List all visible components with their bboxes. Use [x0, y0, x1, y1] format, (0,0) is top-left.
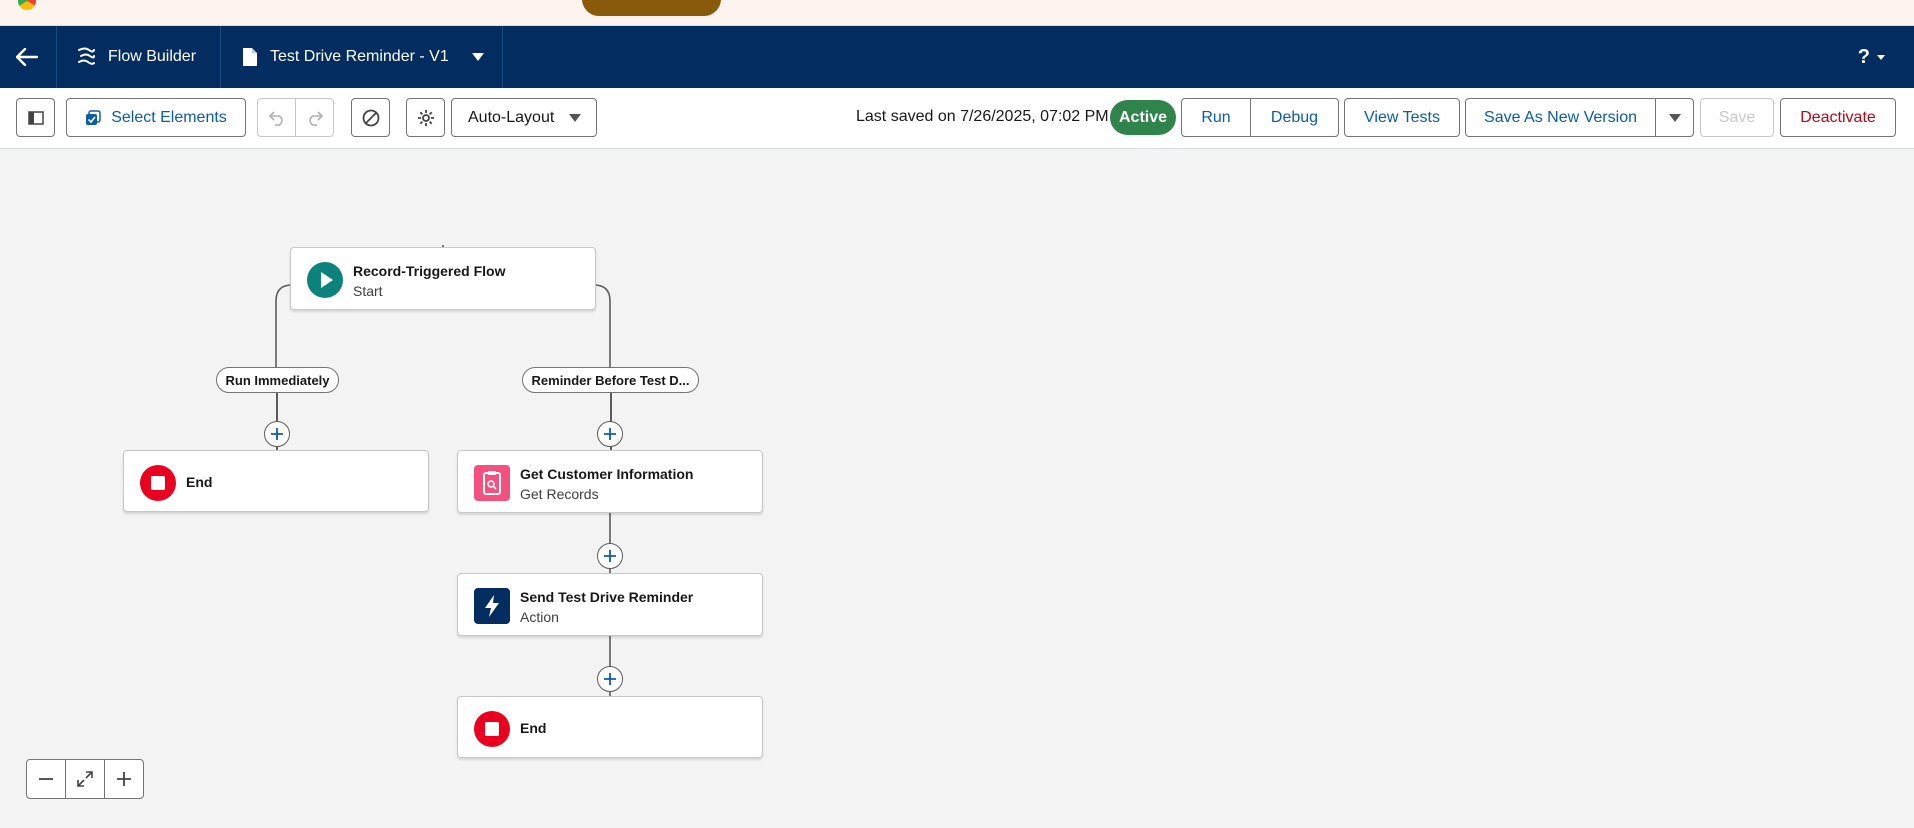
back-button[interactable]	[12, 42, 42, 72]
ban-icon	[362, 109, 379, 126]
undo-icon	[268, 110, 283, 126]
plus-icon	[604, 673, 616, 685]
flow-canvas[interactable]: Record-Triggered Flow Start Run Immediat…	[0, 149, 1914, 828]
get-records-icon	[474, 465, 510, 501]
flow-name: Test Drive Reminder - V1	[270, 48, 449, 65]
debug-button[interactable]: Debug	[1250, 98, 1339, 137]
add-element-button[interactable]	[264, 421, 290, 447]
redo-icon	[308, 110, 323, 126]
select-elements-button[interactable]: Select Elements	[66, 98, 246, 137]
play-icon	[307, 262, 343, 298]
last-saved-text: Last saved on 7/26/2025, 07:02 PM	[856, 108, 1109, 125]
zoom-in-button[interactable]	[105, 760, 143, 798]
get-records-node[interactable]: Get Customer Information Get Records	[457, 450, 763, 513]
flow-version-menu[interactable]: Test Drive Reminder - V1	[242, 26, 485, 88]
select-elements-label: Select Elements	[111, 108, 227, 126]
end-node[interactable]: End	[123, 450, 429, 512]
end-node[interactable]: End	[457, 696, 763, 758]
flow-icon	[78, 47, 95, 65]
add-element-button[interactable]	[597, 666, 623, 692]
view-tests-button[interactable]: View Tests	[1344, 98, 1460, 137]
node-title: End	[186, 474, 213, 490]
node-subtitle: Action	[520, 609, 559, 625]
arrow-left-icon	[16, 48, 38, 66]
add-element-button[interactable]	[597, 543, 623, 569]
caret-down-icon	[1877, 55, 1885, 60]
path-label-reminder[interactable]: Reminder Before Test D...	[522, 367, 699, 393]
path-label-run-immediately[interactable]: Run Immediately	[216, 367, 339, 393]
toolbar: Select Elements Auto-Layout Last saved o…	[0, 88, 1914, 149]
app-name: Flow Builder	[108, 48, 197, 65]
plus-icon	[271, 428, 283, 440]
caret-down-icon	[471, 53, 484, 61]
banner-action-button[interactable]	[582, 0, 721, 16]
minus-icon	[39, 778, 53, 780]
app-title: Flow Builder	[76, 26, 196, 88]
header-divider	[220, 26, 221, 88]
plus-icon	[117, 772, 131, 786]
stop-icon	[474, 711, 510, 747]
plus-icon	[604, 428, 616, 440]
fit-view-button[interactable]	[66, 760, 105, 798]
error-check-button[interactable]	[351, 98, 390, 137]
notification-banner	[0, 0, 1914, 26]
undo-button[interactable]	[257, 98, 296, 137]
save-as-new-version-button[interactable]: Save As New Version	[1465, 98, 1656, 137]
document-icon	[243, 48, 257, 66]
toggle-panel-button[interactable]	[16, 98, 55, 137]
header-divider	[56, 26, 57, 88]
layout-select-value: Auto-Layout	[468, 108, 555, 126]
save-options-menu[interactable]	[1655, 98, 1694, 137]
run-button[interactable]: Run	[1181, 98, 1251, 137]
save-button[interactable]: Save	[1700, 98, 1774, 137]
node-title: Record-Triggered Flow	[353, 263, 506, 279]
app-header: Flow Builder Test Drive Reminder - V1 ?	[0, 26, 1914, 88]
node-title: Get Customer Information	[520, 466, 694, 482]
chrome-icon	[18, 0, 36, 10]
add-element-button[interactable]	[597, 421, 623, 447]
redo-button[interactable]	[295, 98, 334, 137]
help-menu[interactable]: ?	[1858, 46, 1886, 69]
start-node[interactable]: Record-Triggered Flow Start	[290, 247, 596, 310]
zoom-controls	[26, 759, 144, 799]
status-badge: Active	[1110, 100, 1176, 135]
node-subtitle: Get Records	[520, 486, 599, 502]
layout-select[interactable]: Auto-Layout	[451, 98, 597, 137]
node-subtitle: Start	[353, 283, 383, 299]
deactivate-button[interactable]: Deactivate	[1780, 98, 1896, 137]
lightning-icon	[474, 588, 510, 624]
settings-button[interactable]	[406, 98, 445, 137]
action-node[interactable]: Send Test Drive Reminder Action	[457, 573, 763, 636]
side-panel-icon	[27, 110, 44, 125]
header-divider	[502, 26, 503, 88]
zoom-out-button[interactable]	[27, 760, 66, 798]
caret-down-icon	[569, 113, 581, 122]
plus-icon	[604, 550, 616, 562]
help-icon: ?	[1857, 46, 1870, 68]
multi-select-icon	[86, 109, 101, 125]
node-title: Send Test Drive Reminder	[520, 589, 694, 605]
gear-icon	[417, 109, 434, 126]
expand-icon	[77, 771, 93, 787]
caret-down-icon	[1668, 113, 1681, 122]
stop-icon	[140, 465, 176, 501]
node-title: End	[520, 720, 547, 736]
